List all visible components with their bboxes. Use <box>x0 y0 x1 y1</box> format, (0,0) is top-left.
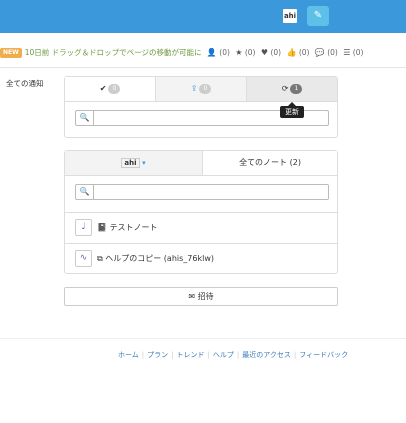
note-thumbnail: ♩ <box>75 219 92 236</box>
note-row[interactable]: ♩ 📓 テストノート <box>65 212 337 242</box>
tab-user-notes[interactable]: ahi ▾ <box>65 151 203 175</box>
tab-all-notes[interactable]: 全てのノート (2) <box>203 151 337 175</box>
thumbs-up-icon: 👍 <box>286 48 297 57</box>
footer-link-trend[interactable]: トレンド <box>177 351 205 359</box>
stat-likes: 👍 (0) <box>286 48 309 57</box>
notes-tabs: ahi ▾ 全てのノート (2) <box>65 151 337 176</box>
footer-link-home[interactable]: ホーム <box>118 351 139 359</box>
stat-lists: ☰ (0) <box>343 48 363 57</box>
stat-value: (0) <box>352 48 364 57</box>
envelope-icon: ✉ <box>188 292 196 301</box>
search-icon: 🔍 <box>76 111 94 125</box>
stat-value: (0) <box>298 48 310 57</box>
note-title[interactable]: ⧉ ヘルプのコピー (ahis_76klw) <box>97 244 214 273</box>
stat-users: 👤 (0) <box>207 48 230 57</box>
book-icon: 📓 <box>97 223 107 232</box>
separator: | <box>207 351 210 359</box>
refresh-tooltip: 更新 <box>280 102 304 118</box>
note-row[interactable]: ∿ ⧉ ヘルプのコピー (ahis_76klw) <box>65 243 337 273</box>
notes-search[interactable]: 🔍 <box>75 184 329 200</box>
footer-link-help[interactable]: ヘルプ <box>213 351 234 359</box>
footer-divider <box>0 338 406 339</box>
edit-button[interactable]: ✎ <box>307 6 329 26</box>
footer-link-plan[interactable]: プラン <box>147 351 168 359</box>
note-thumbnail: ∿ <box>75 250 92 267</box>
separator: | <box>141 351 145 359</box>
news-link[interactable]: 10日前 ドラッグ＆ドロップでページの移動が可能に <box>25 48 202 57</box>
notification-tabs: ✔ 0 ⇪ 0 ⟳ 1 <box>65 77 337 102</box>
tab-count: 1 <box>290 83 303 94</box>
stat-value: (0) <box>244 48 256 57</box>
tab-refresh[interactable]: ⟳ 1 <box>247 77 337 101</box>
check-icon: ✔ <box>99 84 107 93</box>
user-icon: 👤 <box>206 48 217 57</box>
user-avatar[interactable]: ahi <box>283 9 297 23</box>
stat-value: (0) <box>270 48 282 57</box>
stat-value: (0) <box>327 48 338 57</box>
new-badge: NEW <box>0 48 22 58</box>
comments-icon: 💬 <box>314 48 325 57</box>
news-bar: NEW 10日前 ドラッグ＆ドロップでページの移動が可能に 👤 (0) ★ (0)… <box>0 47 406 59</box>
all-notifications-label: 全ての通知 <box>6 79 44 88</box>
tab-count: 0 <box>199 83 212 94</box>
list-icon: ☰ <box>343 48 351 57</box>
invite-button[interactable]: ✉ 招待 <box>64 287 338 306</box>
stat-comments: 💬 (0) <box>315 48 338 57</box>
heart-icon: ♥ <box>260 48 269 57</box>
stat-stars: ★ (0) <box>235 48 255 57</box>
stat-hearts: ♥ (0) <box>261 48 281 57</box>
invite-label: 招待 <box>197 292 214 301</box>
footer-link-recent[interactable]: 最近のアクセス <box>242 351 291 359</box>
separator: | <box>236 351 240 359</box>
star-icon: ★ <box>235 48 243 57</box>
top-nav-bar: ahi ✎ <box>0 0 406 33</box>
tab-done[interactable]: ✔ 0 <box>65 77 156 101</box>
tab-upload[interactable]: ⇪ 0 <box>156 77 247 101</box>
user-tab-badge: ahi <box>121 158 140 168</box>
notes-panel: ahi ▾ 全てのノート (2) 🔍 ♩ 📓 テストノート ∿ ⧉ ヘルプのコピ… <box>64 150 338 274</box>
copy-icon: ⧉ <box>97 254 103 263</box>
note-title[interactable]: 📓 テストノート <box>97 213 158 242</box>
pencil-icon: ✎ <box>313 10 323 21</box>
divider <box>0 67 406 68</box>
separator: | <box>171 351 174 359</box>
note-title-text: ヘルプのコピー (ahis_76klw) <box>105 254 214 263</box>
upload-icon: ⇪ <box>190 84 198 93</box>
tab-count: 0 <box>108 83 121 94</box>
footer-link-feedback[interactable]: フィードバック <box>299 351 348 359</box>
stat-value: (0) <box>219 48 230 57</box>
note-title-text: テストノート <box>109 223 158 232</box>
search-icon: 🔍 <box>76 185 94 199</box>
chevron-down-icon: ▾ <box>142 159 146 167</box>
separator: | <box>293 351 297 359</box>
refresh-icon: ⟳ <box>281 84 289 93</box>
